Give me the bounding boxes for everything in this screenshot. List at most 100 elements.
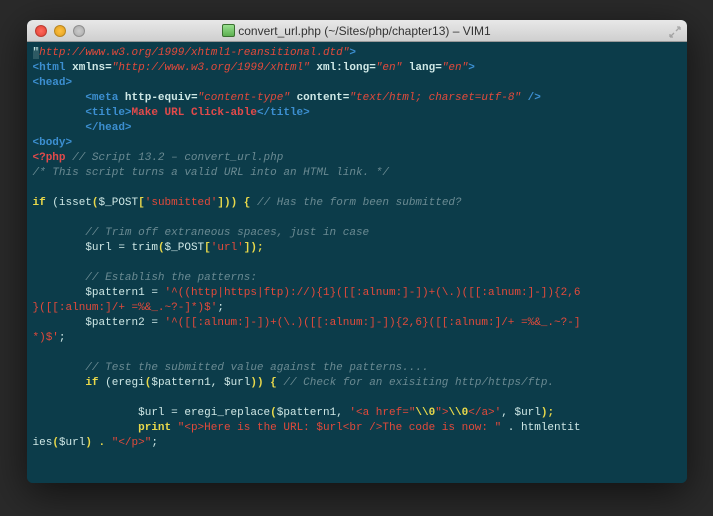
code-text: $pattern1 — [85, 287, 144, 299]
code-text: <title> — [85, 107, 131, 119]
code-text: \\0 — [448, 407, 468, 419]
code-text: "text/html; charset=utf-8" — [349, 92, 521, 104]
titlebar[interactable]: convert_url.php (~/Sites/php/chapter13) … — [27, 20, 687, 42]
code-text: "en" — [376, 62, 402, 74]
code-text: <meta — [85, 92, 118, 104]
code-text: http://www.w3.org/1999/xhtml1-reansition… — [39, 47, 349, 59]
code-text: ( — [92, 197, 99, 209]
code-text: }([[:alnum:]/+ =%&_.~?-]*)$' — [33, 302, 218, 314]
code-text: ; — [151, 437, 158, 449]
code-text: $pattern1 — [277, 407, 336, 419]
code-text: eregi_replace — [184, 407, 270, 419]
window-title: convert_url.php (~/Sites/php/chapter13) … — [27, 24, 687, 38]
code-text: "content-type" — [198, 92, 290, 104]
code-text — [33, 122, 86, 134]
code-text: "<p>Here is the URL: $url<br />The code … — [178, 422, 501, 434]
code-text: trim — [132, 242, 158, 254]
zoom-icon[interactable] — [73, 25, 85, 37]
code-text: '<a href=" — [349, 407, 415, 419]
code-text: "</p>" — [112, 437, 152, 449]
code-text: $url — [59, 437, 85, 449]
code-text: ( — [270, 407, 277, 419]
code-text: > — [349, 47, 356, 59]
code-text: lang= — [402, 62, 442, 74]
code-text: // Establish the patterns: — [33, 272, 257, 284]
code-text: = — [165, 407, 185, 419]
code-text: ies — [33, 437, 53, 449]
window: convert_url.php (~/Sites/php/chapter13) … — [27, 20, 687, 483]
code-text: http-equiv= — [118, 92, 197, 104]
code-text: = — [112, 242, 132, 254]
code-text: // Trim off extraneous spaces, just in c… — [33, 227, 370, 239]
code-text: $url — [138, 407, 164, 419]
code-text: /* This script turns a valid URL into an… — [33, 167, 389, 179]
code-text: 'submitted' — [145, 197, 218, 209]
code-text: // Script 13.2 – convert_url.php — [66, 152, 284, 164]
maximize-icon[interactable] — [669, 25, 681, 37]
code-text: '^((http|https|ftp)://){1}([[:alnum:]-])… — [165, 287, 581, 299]
code-text: eregi — [112, 377, 145, 389]
code-text: // Check for an exisiting http/https/ftp… — [277, 377, 554, 389]
minimize-icon[interactable] — [54, 25, 66, 37]
code-text — [171, 422, 178, 434]
code-text — [33, 422, 139, 434]
close-icon[interactable] — [35, 25, 47, 37]
code-text: // Test the submitted value against the … — [33, 362, 429, 374]
code-text: '^([[:alnum:]-])+(\.)([[:alnum:]-]){2,6}… — [165, 317, 581, 329]
code-text — [33, 107, 86, 119]
code-text: ])) { — [217, 197, 250, 209]
code-text: 'url' — [211, 242, 244, 254]
code-text: = — [145, 287, 165, 299]
code-text: $_POST — [99, 197, 139, 209]
code-text: <head> — [33, 77, 73, 89]
code-text — [33, 242, 86, 254]
code-text — [33, 92, 86, 104]
code-text: "en" — [442, 62, 468, 74]
code-text: "> — [435, 407, 448, 419]
code-text: ; — [217, 302, 224, 314]
code-text: $pattern1 — [151, 377, 210, 389]
code-text: [ — [204, 242, 211, 254]
code-text — [33, 377, 86, 389]
code-text: <html — [33, 62, 66, 74]
code-text: <body> — [33, 137, 73, 149]
code-text: print — [138, 422, 171, 434]
code-text: ) . — [85, 437, 111, 449]
code-text: $url — [514, 407, 540, 419]
code-text — [33, 407, 139, 419]
code-text: ( — [99, 377, 112, 389]
code-text: htmlentit — [521, 422, 580, 434]
code-text: "http://www.w3.org/1999/xhtml" — [112, 62, 310, 74]
code-text: isset — [59, 197, 92, 209]
code-text: ( — [52, 437, 59, 449]
code-text: Make URL Click-able — [132, 107, 257, 119]
code-text: if — [33, 197, 46, 209]
title-text: convert_url.php (~/Sites/php/chapter13) … — [238, 24, 490, 38]
code-text: , — [501, 407, 514, 419]
code-text: $url — [85, 242, 111, 254]
code-text: *)$' — [33, 332, 59, 344]
code-text — [33, 317, 86, 329]
code-text: xmlns= — [66, 62, 112, 74]
code-text: . — [501, 422, 521, 434]
code-text: </head> — [85, 122, 131, 134]
code-text: [ — [138, 197, 145, 209]
code-text — [33, 287, 86, 299]
code-text: ); — [541, 407, 554, 419]
code-text: , — [336, 407, 349, 419]
code-text: // Has the form been submitted? — [250, 197, 461, 209]
code-text: ( — [158, 242, 165, 254]
code-text: $pattern2 — [85, 317, 144, 329]
editor-area[interactable]: "http://www.w3.org/1999/xhtml1-reansitio… — [27, 42, 687, 483]
code-text: content= — [290, 92, 349, 104]
code-text: </title> — [257, 107, 310, 119]
document-icon — [222, 24, 235, 37]
code-text: if — [85, 377, 98, 389]
code-text: \\0 — [415, 407, 435, 419]
code-text: ; — [59, 332, 66, 344]
code-text: xml:long= — [310, 62, 376, 74]
code-text: </a>' — [468, 407, 501, 419]
code-text: $_POST — [165, 242, 205, 254]
code-text: ]); — [244, 242, 264, 254]
code-text: = — [145, 317, 165, 329]
